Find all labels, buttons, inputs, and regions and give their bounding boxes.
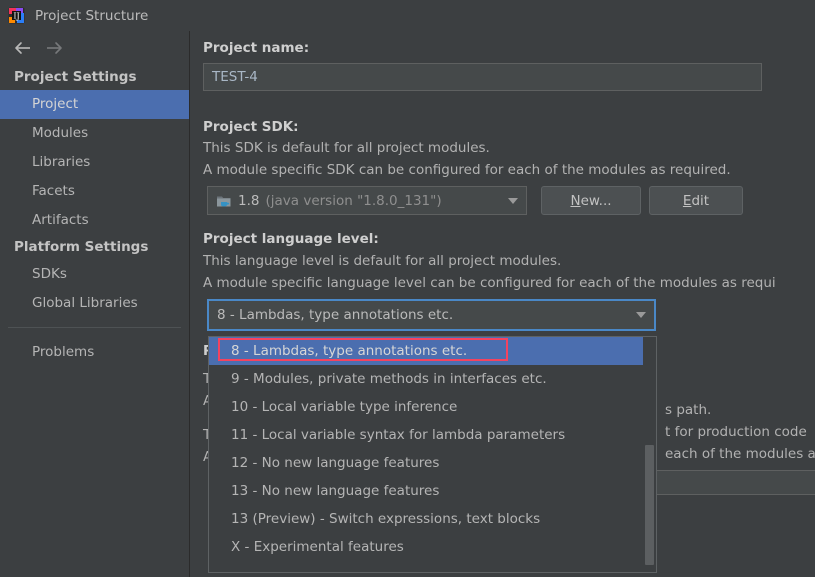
intellij-idea-logo-icon: IJ <box>8 7 25 24</box>
language-level-option-13-preview[interactable]: 13 (Preview) - Switch expressions, text … <box>209 505 643 533</box>
sidebar-group-header-project-settings: Project Settings <box>14 69 137 85</box>
language-level-option-8[interactable]: 8 - Lambdas, type annotations etc. <box>209 337 643 365</box>
dropdown-scrollbar[interactable] <box>643 337 656 572</box>
project-language-level-selected: 8 - Lambdas, type annotations etc. <box>217 307 454 323</box>
project-language-level-label: Project language level: <box>203 231 379 247</box>
obscured-right-fragment-1: s path. <box>665 402 712 418</box>
project-sdk-combobox[interactable]: 1.8 (java version "1.8.0_131") <box>207 186 527 215</box>
project-language-level-description-line-1: This language level is default for all p… <box>203 253 562 269</box>
sidebar-item-artifacts[interactable]: Artifacts <box>0 206 189 235</box>
arrow-right-icon[interactable] <box>38 36 68 60</box>
project-sdk-label: Project SDK: <box>203 119 299 135</box>
chevron-down-icon[interactable] <box>500 197 526 204</box>
sdk-folder-java-icon <box>216 194 232 208</box>
language-level-option-11[interactable]: 11 - Local variable syntax for lambda pa… <box>209 421 643 449</box>
sdk-new-button[interactable]: New... <box>541 186 641 215</box>
sdk-new-button-label: New... <box>570 192 612 209</box>
sidebar-item-global-libraries[interactable]: Global Libraries <box>0 289 189 318</box>
sidebar-item-sdks[interactable]: SDKs <box>0 260 189 289</box>
sidebar-divider <box>8 327 181 328</box>
project-sdk-description-line-2: A module specific SDK can be configured … <box>203 162 731 178</box>
window-title-text: Project Structure <box>35 7 149 24</box>
arrow-left-icon[interactable] <box>8 36 38 60</box>
obscured-right-fragment-2: t for production code <box>665 424 807 440</box>
obscured-output-path-input[interactable] <box>656 470 815 495</box>
sidebar-item-facets[interactable]: Facets <box>0 177 189 206</box>
obscured-right-fragment-3: each of the modules a <box>665 446 815 462</box>
sidebar-item-project[interactable]: Project <box>0 90 189 119</box>
sdk-edit-button-label: Edit <box>682 192 710 209</box>
project-sdk-description-line-1: This SDK is default for all project modu… <box>203 140 490 156</box>
dropdown-scrollbar-thumb[interactable] <box>645 445 654 565</box>
sdk-edit-button[interactable]: Edit <box>649 186 743 215</box>
project-name-label: Project name: <box>203 40 310 56</box>
chevron-down-icon[interactable] <box>628 312 654 318</box>
sidebar-item-problems[interactable]: Problems <box>0 338 189 367</box>
language-level-option-10[interactable]: 10 - Local variable type inference <box>209 393 643 421</box>
language-level-option-x[interactable]: X - Experimental features <box>209 533 643 561</box>
language-level-option-list: 8 - Lambdas, type annotations etc. 9 - M… <box>209 337 643 561</box>
project-language-level-description-line-2: A module specific language level can be … <box>203 275 776 291</box>
language-level-option-12[interactable]: 12 - No new language features <box>209 449 643 477</box>
language-level-option-9[interactable]: 9 - Modules, private methods in interfac… <box>209 365 643 393</box>
language-level-option-13[interactable]: 13 - No new language features <box>209 477 643 505</box>
sidebar-item-modules[interactable]: Modules <box>0 119 189 148</box>
settings-sidebar: Project Settings Project Modules Librari… <box>0 31 190 577</box>
window-title-bar: IJ Project Structure <box>0 0 815 31</box>
sidebar-group-header-platform-settings: Platform Settings <box>14 239 149 255</box>
project-name-input[interactable]: TEST-4 <box>203 63 762 91</box>
project-language-level-combobox[interactable]: 8 - Lambdas, type annotations etc. <box>207 299 656 331</box>
language-level-dropdown-popup[interactable]: 8 - Lambdas, type annotations etc. 9 - M… <box>208 336 657 573</box>
project-sdk-selected-version: 1.8 <box>238 192 260 209</box>
navigation-arrows <box>0 31 189 65</box>
svg-text:IJ: IJ <box>13 12 19 21</box>
project-name-value: TEST-4 <box>212 69 258 85</box>
sidebar-item-libraries[interactable]: Libraries <box>0 148 189 177</box>
project-sdk-selected-detail: (java version "1.8.0_131") <box>265 192 442 209</box>
